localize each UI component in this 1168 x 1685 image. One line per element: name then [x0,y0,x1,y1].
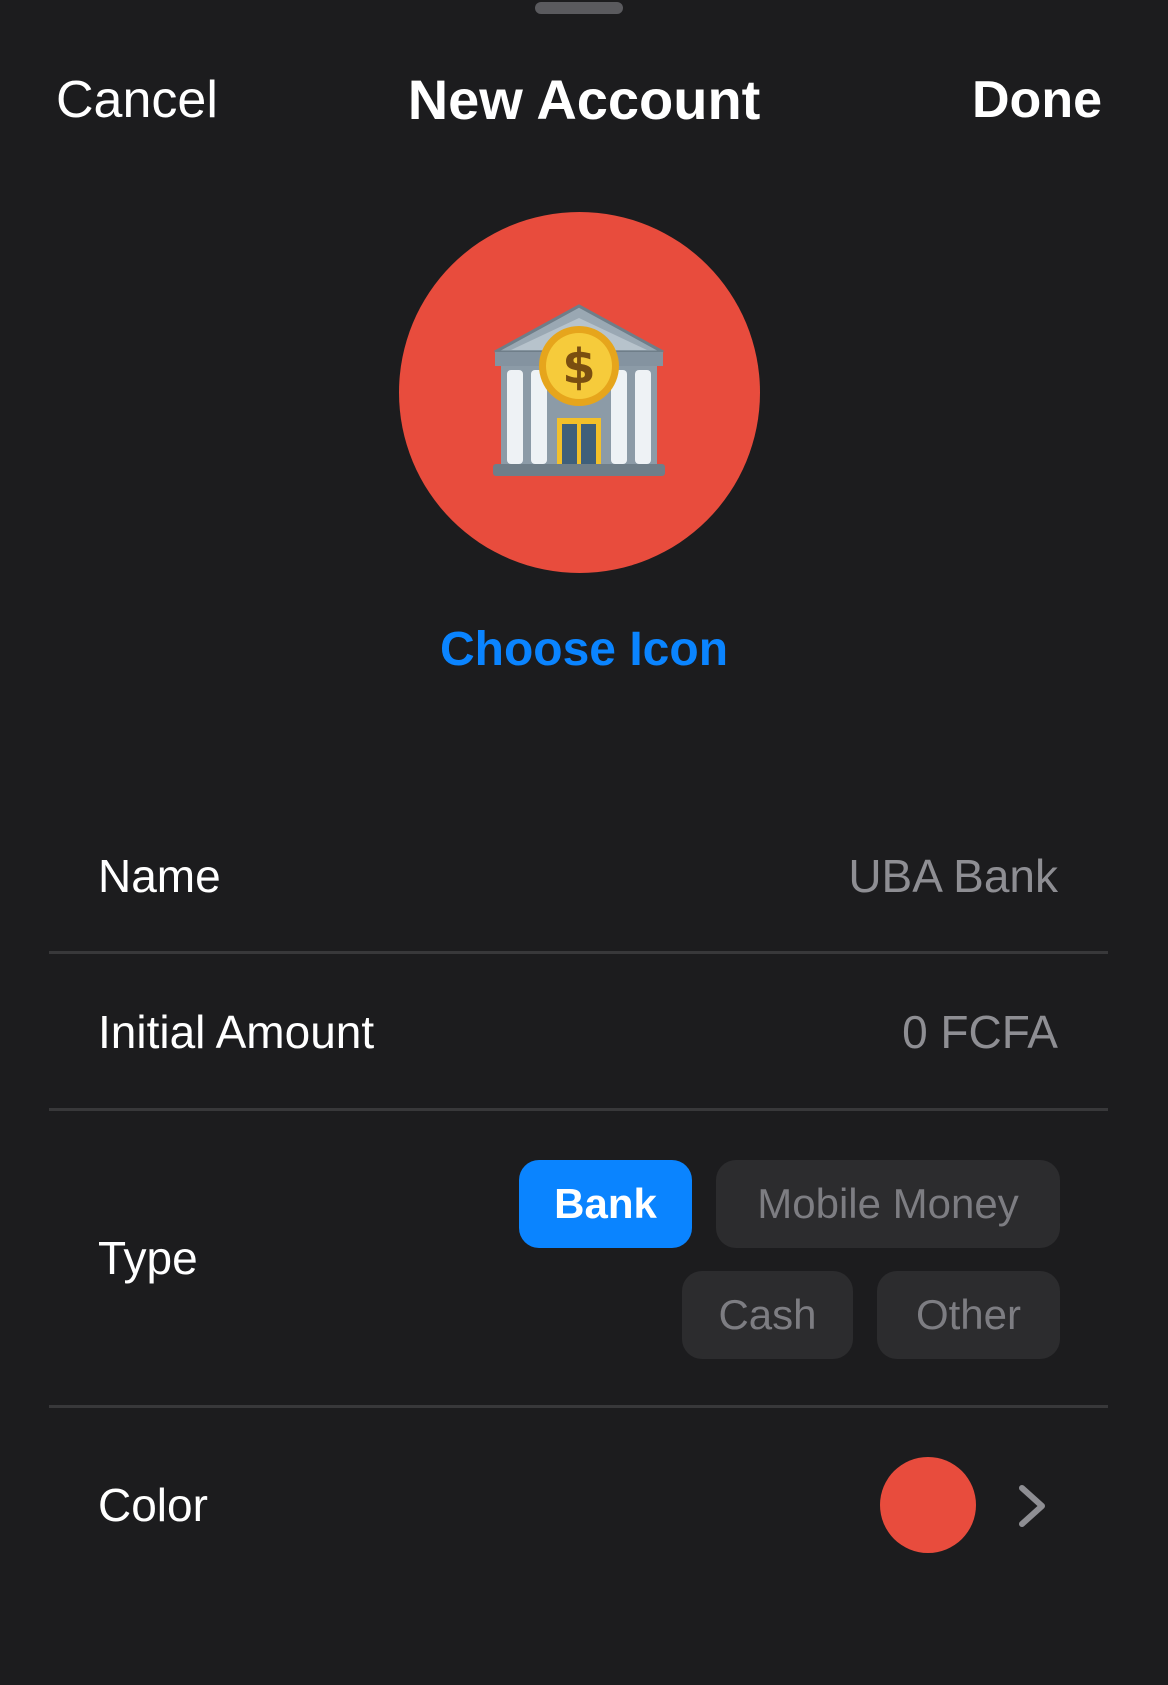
chevron-right-icon[interactable] [1014,1484,1050,1528]
initial-amount-label: Initial Amount [98,1006,375,1058]
page-title: New Account [407,68,761,131]
type-chip-mobile-money[interactable]: Mobile Money [716,1160,1060,1248]
type-chip-bank[interactable]: Bank [519,1160,692,1248]
done-button[interactable]: Done [972,68,1102,132]
cancel-button[interactable]: Cancel [56,68,218,132]
choose-icon-button[interactable]: Choose Icon [384,620,784,680]
type-chip-other[interactable]: Other [877,1271,1060,1359]
divider [49,1108,1108,1111]
svg-text:$: $ [562,339,595,395]
bank-icon: $ [493,304,665,476]
type-chip-cash[interactable]: Cash [682,1271,853,1359]
sheet-grabber[interactable] [535,2,623,14]
color-label: Color [98,1479,208,1531]
name-label: Name [98,850,221,902]
type-label: Type [98,1232,198,1284]
divider [49,951,1108,954]
color-swatch[interactable] [880,1457,976,1553]
account-icon-preview[interactable]: $ [399,212,760,573]
name-input[interactable] [538,848,1058,904]
divider [49,1405,1108,1408]
initial-amount-input[interactable] [538,1004,1058,1060]
